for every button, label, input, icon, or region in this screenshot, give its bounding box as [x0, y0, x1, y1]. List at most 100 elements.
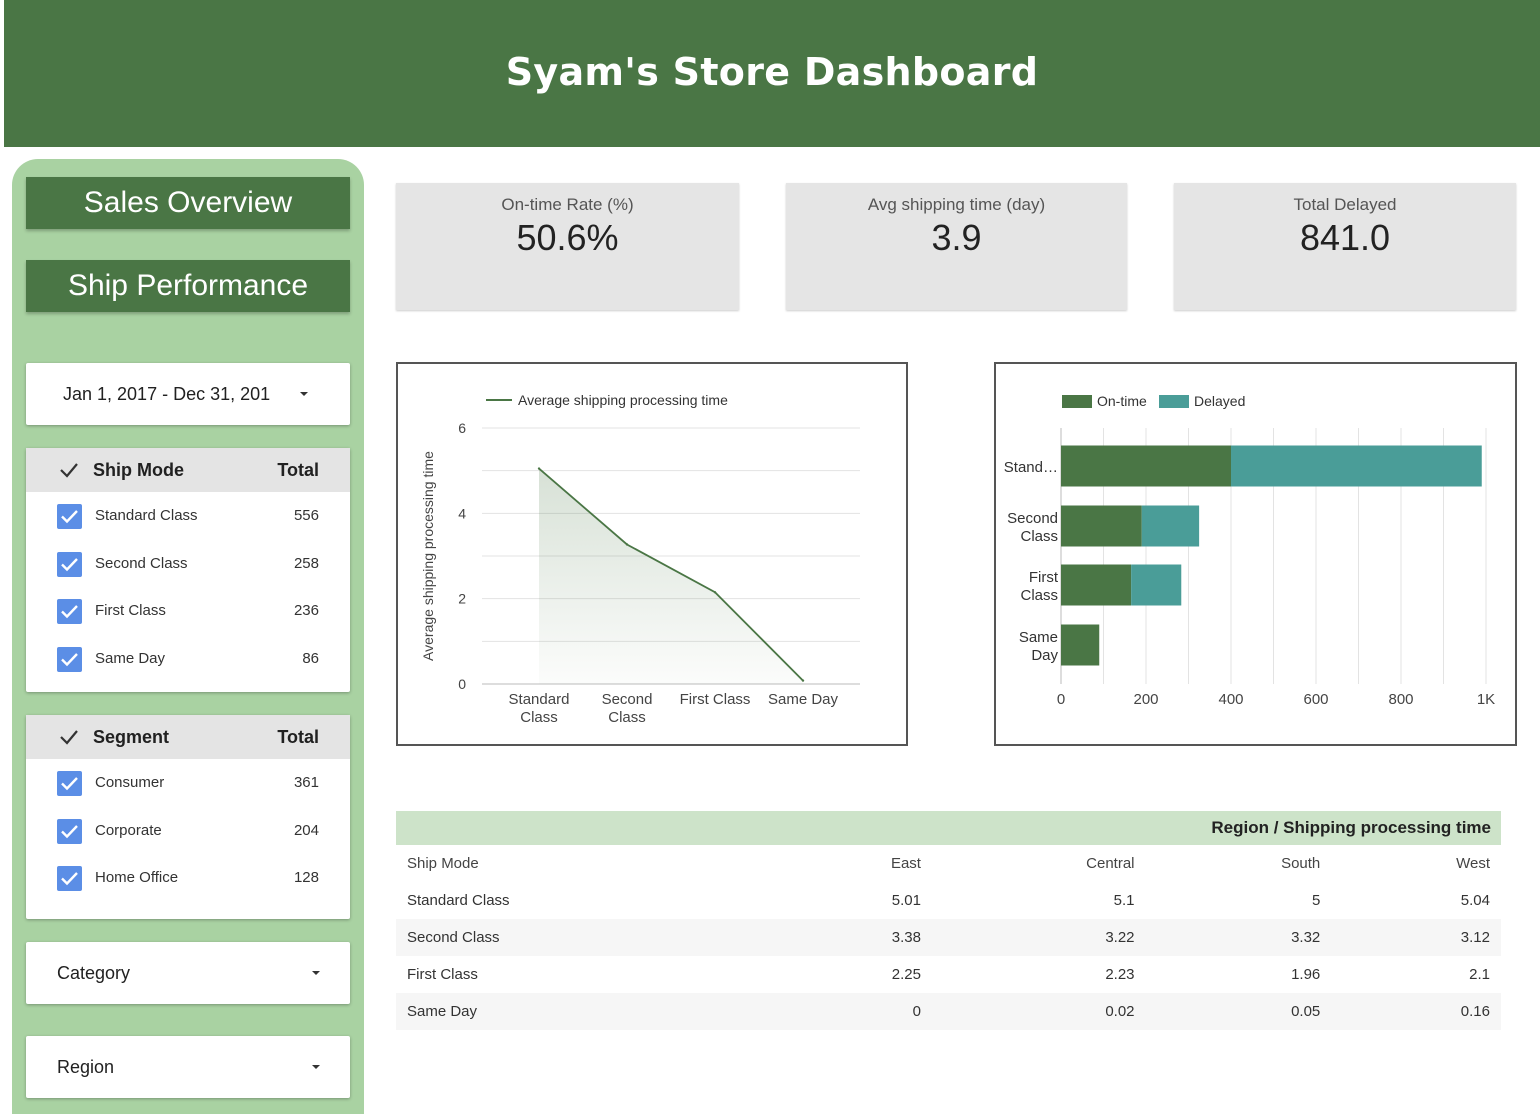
x-tick-label: 1K — [1477, 691, 1495, 708]
filter-option-first-class[interactable]: First Class 236 — [26, 587, 350, 635]
check-icon — [61, 824, 78, 838]
area-fill — [539, 468, 803, 684]
value-cell: 3.38 — [891, 929, 921, 946]
check-icon — [61, 872, 78, 886]
y-tick-label: Stand… — [1004, 459, 1058, 476]
filter-option-standard-class[interactable]: Standard Class 556 — [26, 492, 350, 540]
checkbox-checked-icon[interactable] — [57, 504, 82, 529]
checkbox-checked-icon[interactable] — [57, 771, 82, 796]
segment-filter: Segment Total Consumer 361 Corporate 204 Hom… — [26, 715, 350, 919]
shipping-time-line-chart: 0 2 4 6 Standard Class Second Class First Class S… — [396, 362, 908, 746]
value-cell: 5.1 — [1113, 892, 1135, 909]
filter-option-home-office[interactable]: Home Office 128 — [26, 854, 350, 902]
bar-on-time-second-class — [1061, 505, 1142, 547]
category-dropdown[interactable]: Category — [26, 942, 350, 1004]
line-chart-canvas: 0246StandardClassSecondClassFirst Class S… — [420, 392, 860, 726]
checkbox-checked-icon[interactable] — [57, 599, 82, 624]
column-header-central[interactable]: Central — [932, 845, 1146, 882]
filter-option-same-day[interactable]: Same Day 86 — [26, 635, 350, 683]
segment-total-label: Total — [277, 727, 319, 747]
check-icon — [61, 557, 78, 571]
y-tick-label: 0 — [458, 676, 466, 692]
row-label-cell: Same Day — [407, 1003, 478, 1020]
data-point-first-class — [713, 591, 717, 594]
column-header-south[interactable]: South — [1146, 845, 1332, 882]
data-point-standard-class — [537, 467, 541, 470]
kpi-label: Total Delayed — [1293, 195, 1397, 214]
region-dropdown[interactable]: Region — [26, 1036, 350, 1098]
filter-option-count: 236 — [293, 602, 319, 619]
select-all-check-icon[interactable] — [58, 726, 80, 748]
chevron-down-icon — [312, 971, 320, 975]
checkbox-checked-icon[interactable] — [57, 646, 82, 672]
value-cell: 5.01 — [891, 892, 921, 909]
value-cell: 3.22 — [1105, 929, 1135, 946]
y-tick-label: Class — [1020, 587, 1058, 604]
date-range-picker[interactable]: Jan 1, 2017 - Dec 31, 201 — [26, 363, 350, 425]
kpi-label: Avg shipping time (day) — [867, 195, 1046, 214]
kpi-value: 50.6% — [516, 217, 619, 258]
legend-swatch — [1062, 395, 1092, 408]
x-tick-label: Class — [520, 709, 558, 726]
legend-label: Delayed — [1194, 393, 1245, 409]
value-cell: 0 — [912, 1003, 921, 1020]
x-tick-label: Standard — [509, 691, 570, 708]
region-shipping-table: Region / Shipping processing time Ship M… — [396, 811, 1501, 1030]
ship-mode-filter-title: Ship Mode — [93, 460, 184, 480]
pivot-table: Ship Mode East Central South West Standard C… — [396, 845, 1501, 1030]
y-tick-label: 2 — [458, 591, 466, 607]
legend-label: On-time — [1097, 393, 1147, 409]
y-tick-label: First — [1029, 569, 1059, 586]
value-cell: 2.1 — [1469, 966, 1490, 983]
filter-option-count: 86 — [302, 649, 319, 667]
column-header-ship-mode[interactable]: Ship Mode — [396, 845, 774, 882]
y-tick-label: 4 — [458, 505, 466, 521]
check-icon — [61, 510, 78, 524]
data-point-second-class — [625, 543, 629, 546]
ship-mode-total-label: Total — [277, 460, 319, 480]
on-time-delayed-bar-chart: 0 200 400 600 800 1K Stand… Second Class First Cla… — [994, 362, 1517, 746]
checkbox-checked-icon[interactable] — [57, 551, 82, 577]
segment-filter-title: Segment — [93, 727, 170, 747]
chevron-down-icon — [300, 392, 308, 396]
row-label-cell: First Class — [407, 966, 478, 983]
nav-ship-performance-button[interactable]: Ship Performance — [26, 260, 350, 312]
filter-option-label: Second Class — [95, 554, 188, 572]
x-tick-label: 200 — [1133, 691, 1158, 708]
x-tick-label: Class — [608, 709, 646, 726]
bar-chart-canvas: 0 200 400 600 800 1KStand…SecondClassFirstCla… — [1004, 393, 1495, 708]
filter-option-count: 128 — [293, 869, 319, 886]
filter-option-label: Consumer — [95, 774, 165, 791]
column-header-west[interactable]: West — [1331, 845, 1501, 882]
nav-sales-overview-button[interactable]: Sales Overview — [26, 177, 350, 229]
page-title: Syam's Store Dashboard — [505, 50, 1039, 94]
checkbox-checked-icon[interactable] — [57, 866, 82, 891]
table-row: Second Class 3.38 3.22 3.32 3.12 — [396, 919, 1501, 956]
bar-on-time-first-class — [1061, 564, 1132, 606]
y-tick-label: 6 — [458, 420, 466, 436]
filter-option-label: Home Office — [95, 869, 179, 886]
checkbox-checked-icon[interactable] — [57, 818, 82, 844]
table-title-bar: Region / Shipping processing time — [396, 811, 1501, 845]
legend-swatch — [1159, 395, 1189, 408]
x-tick-label: 400 — [1218, 691, 1243, 708]
sidebar: Sales Overview Ship Performance Jan 1, 2… — [12, 159, 364, 1114]
ship-mode-filter: Ship Mode Total Standard Class 556 Second … — [26, 448, 350, 692]
table-header-row: Ship Mode East Central South West — [396, 845, 1501, 882]
select-all-check-icon[interactable] — [58, 459, 80, 481]
filter-option-consumer[interactable]: Consumer 361 — [26, 759, 350, 807]
value-cell: 5 — [1311, 892, 1321, 909]
filter-option-label: Same Day — [95, 649, 166, 667]
filter-option-second-class[interactable]: Second Class 258 — [26, 540, 350, 588]
filter-option-corporate[interactable]: Corporate 204 — [26, 807, 350, 855]
data-point-same-day — [801, 679, 805, 682]
kpi-value: 841.0 — [1299, 217, 1391, 258]
region-dropdown-label: Region — [57, 1056, 115, 1077]
check-icon — [61, 777, 78, 791]
value-cell: 0.05 — [1291, 1003, 1321, 1020]
filter-option-count: 258 — [293, 554, 319, 572]
kpi-label: On-time Rate (%) — [501, 195, 634, 214]
row-label-cell: Second Class — [407, 929, 500, 946]
dashboard-header: Syam's Store Dashboard — [4, 0, 1540, 147]
column-header-east[interactable]: East — [774, 845, 932, 882]
